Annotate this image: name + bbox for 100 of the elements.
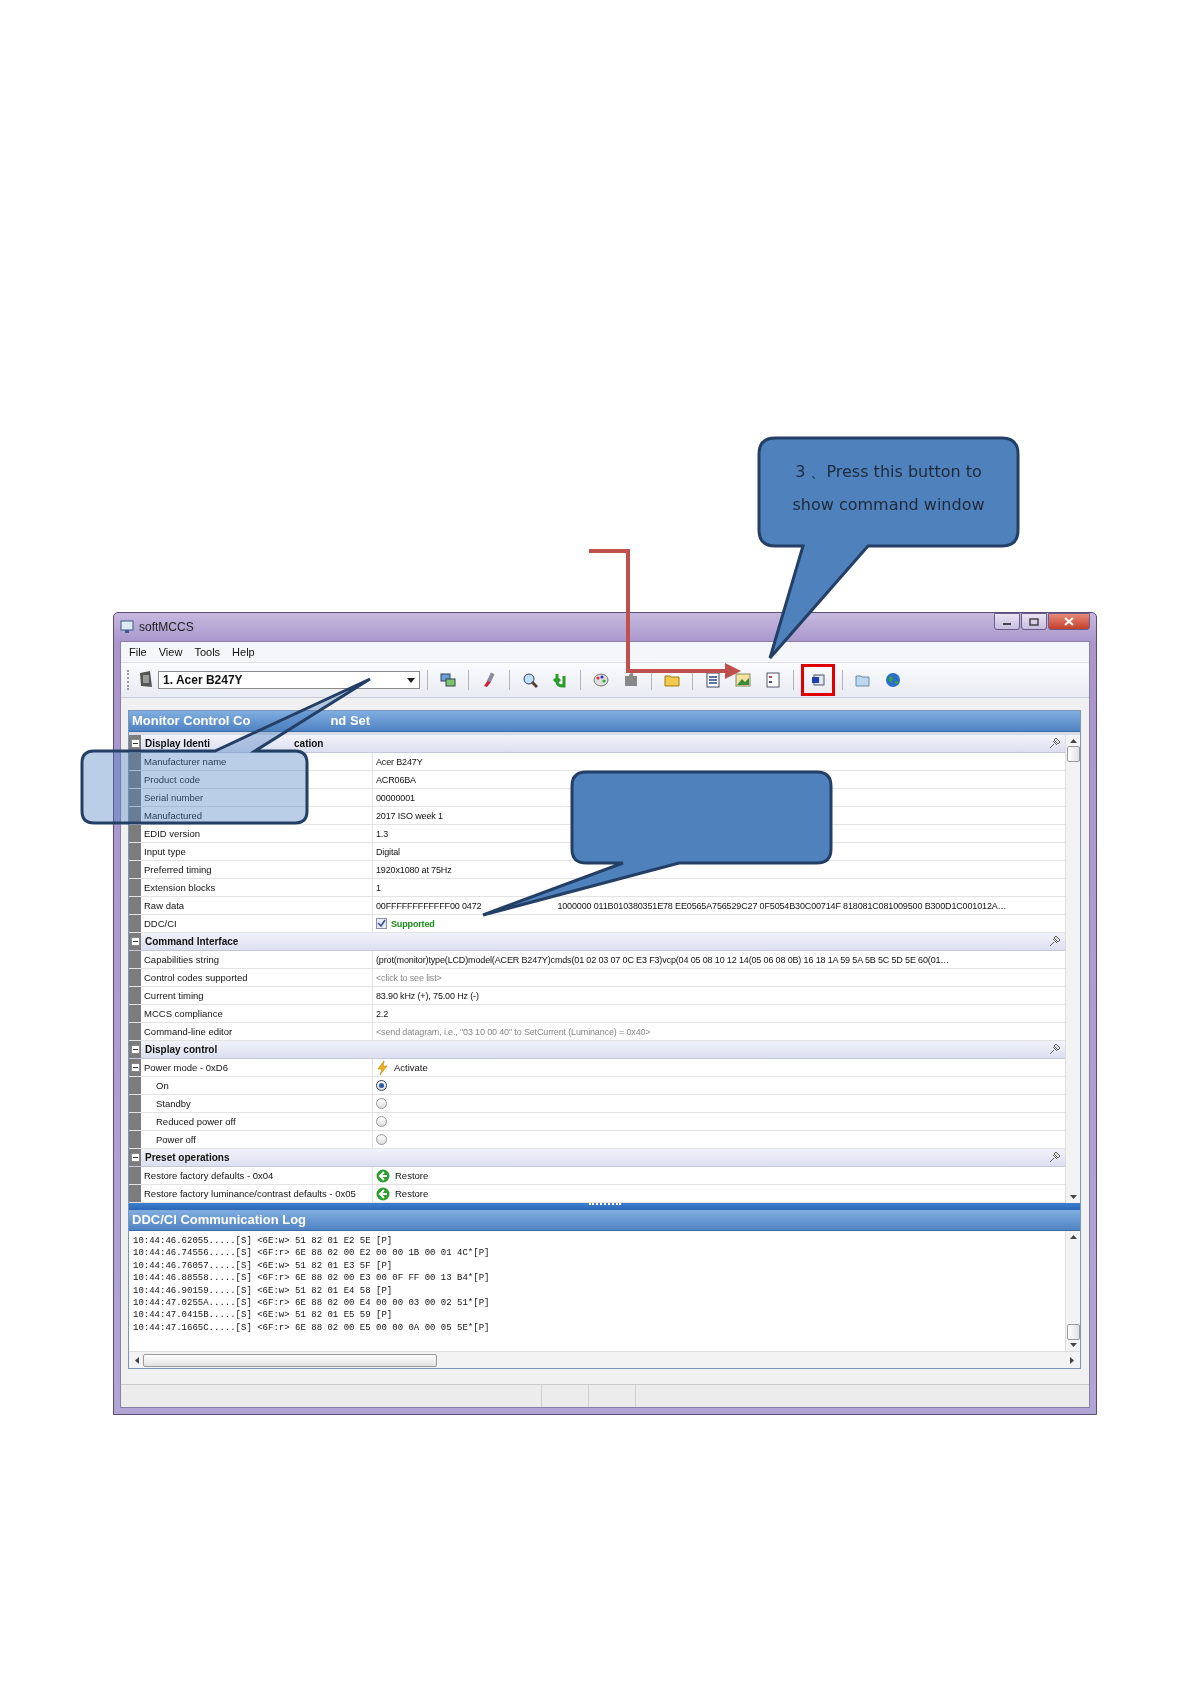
section-title: Command Interface [144,936,239,947]
panel-title: Monitor Control Co [132,713,251,728]
caret-icon [407,677,415,683]
undo-arrow-icon [552,672,568,688]
toolbar-button[interactable] [801,664,835,696]
property-label: Current timing [141,987,373,1004]
pin-icon[interactable] [1048,935,1061,948]
back-arrow-icon [376,1168,390,1183]
property-value: 2017 ISO week 1 [376,810,443,821]
log-line: 10:44:46.90159.....[S] <6E:w> 51 82 01 E4 58 [P] [133,1284,394,1298]
menu-item[interactable]: File [123,646,153,658]
window-title: softMCCS [139,620,194,634]
callout-text: show command window [792,494,985,516]
activate-button[interactable]: Activate [376,1060,428,1075]
property-value: (prot(monitor)type(LCD)model(ACER B247Y)cmds(01 02 03 07 0C E3 F3)vcp(04 05 08 10 12 14(05 06 08 0B) 16 18 1A 59 5A 5B 5C 5D 5E 60(01… [376,954,950,965]
property-label: Input type [141,843,373,860]
palette-icon [593,672,609,688]
close-button[interactable] [1048,613,1090,630]
scroll-left-icon[interactable] [135,1356,139,1364]
property-value: Acer B247Y [376,756,423,767]
restore-button[interactable]: Restore [376,1186,429,1201]
form-icon [765,672,781,688]
monitor-dropdown[interactable]: 1. Acer B247Y [158,671,420,689]
option-label: Reduced power off [141,1113,373,1130]
option-label: Power off [141,1131,373,1148]
checkbox[interactable] [376,918,387,929]
scroll-thumb[interactable] [1066,746,1080,762]
maximize-button[interactable] [1021,613,1047,630]
scroll-down-icon[interactable] [1069,1343,1077,1347]
radio-button[interactable] [376,1134,387,1145]
property-label: Power mode - 0xD6 [141,1059,373,1076]
menu-item[interactable]: Help [226,646,261,658]
scroll-up-icon[interactable] [1069,1235,1077,1239]
radio-button[interactable] [376,1098,387,1109]
property-value: 1000000 011B010380351E78 EE0565A756529C27 0F5054B30C00714F 818081C081009500 B300D1C001012A… [557,900,1007,911]
collapse-icon[interactable] [130,1153,140,1162]
pin-icon[interactable] [1048,737,1061,750]
panel-title: nd Set [330,713,371,728]
magnifier-icon [522,672,538,688]
globe-icon [885,672,901,688]
collapse-icon[interactable] [130,1063,140,1072]
property-label: DDC/CI [141,915,373,932]
log-line: 10:44:46.74556.....[S] <6F:r> 6E 88 02 00 E2 00 00 1B 00 01 4C*[P] [133,1247,491,1260]
menu-item[interactable]: View [152,646,189,658]
monitor-icon [138,670,154,690]
menu-item[interactable]: Tools [188,646,227,658]
property-label: Command-line editor [141,1023,373,1040]
section-title: Preset operations [144,1152,230,1163]
section-title: cation [293,738,324,749]
lightning-icon [376,1060,389,1075]
scroll-right-icon[interactable] [1070,1356,1074,1364]
property-value: 1.3 [376,828,389,839]
log-line: 10:44:46.88558.....[S] <6F:r> 6E 88 02 00 E3 00 0F FF 00 13 B4*[P] [133,1272,491,1285]
pin-icon[interactable] [1048,1043,1061,1056]
radio-button[interactable] [376,1116,387,1127]
property-label: MCCS compliance [141,1005,373,1022]
brush-icon [481,672,497,688]
folder-icon [855,672,871,688]
scroll-thumb[interactable] [1066,1324,1080,1340]
property-value: ACR06BA [376,774,416,785]
property-label: Extension blocks [141,879,373,896]
property-value[interactable]: <click to see list> [376,972,442,983]
puzzle-icon [623,672,639,688]
collapse-icon[interactable] [130,937,140,946]
property-label: EDID version [141,825,373,842]
window-icon [810,672,826,688]
scroll-up-icon[interactable] [1069,739,1077,743]
scrollbar[interactable] [1065,1231,1080,1351]
restore-button[interactable]: Restore [376,1168,429,1183]
pin-icon[interactable] [1048,1151,1061,1164]
list-icon [705,672,721,688]
log-line: 10:44:46.62055.....[S] <6E:w> 51 82 01 E2 5E [P] [133,1235,394,1248]
maximize-icon [1029,617,1039,626]
scrollbar[interactable] [1065,735,1080,1203]
property-label: Manufacturer name [141,753,373,770]
property-value[interactable]: <send datagram, i.e., "03 10 00 40" to SetCurrent (Luminance) = 0x40> [376,1026,651,1037]
property-label: Capabilities string [141,951,373,968]
collapse-icon[interactable] [130,739,140,748]
panel-header: DDC/CI Communication Log [129,1210,1080,1231]
splitter-handle[interactable] [129,1203,1080,1210]
screens-icon [440,672,456,688]
scroll-thumb[interactable] [143,1353,437,1367]
minimize-button[interactable] [994,613,1020,630]
log-line: 10:44:47.0255A.....[S] <6F:r> 6E 88 02 00 E4 00 00 03 00 02 51*[P] [133,1297,491,1310]
log-line: 10:44:47.1665C.....[S] <6F:r> 6E 88 02 00 E5 00 00 0A 00 05 5E*[P] [133,1321,491,1335]
property-value: 1 [376,882,381,893]
log-line: 10:44:46.76057.....[S] <6E:w> 51 82 01 E3 5F [P] [133,1259,394,1273]
property-label: Serial number [141,789,373,806]
property-label: Control codes supported [141,969,373,986]
property-label: Manufactured [141,807,373,824]
log-line: 10:44:47.0415B.....[S] <6E:w> 51 82 01 E5 59 [P] [133,1309,394,1322]
scrollbar[interactable] [129,1351,1080,1368]
section-title: Display control [144,1044,218,1055]
collapse-icon[interactable] [130,1045,140,1054]
scroll-down-icon[interactable] [1069,1195,1077,1199]
property-label: Preferred timing [141,861,373,878]
property-value: 00FFFFFFFFFFFF00 0472 [376,900,482,911]
folder-icon [664,672,680,688]
radio-button[interactable] [376,1080,387,1091]
property-label: Raw data [141,897,373,914]
